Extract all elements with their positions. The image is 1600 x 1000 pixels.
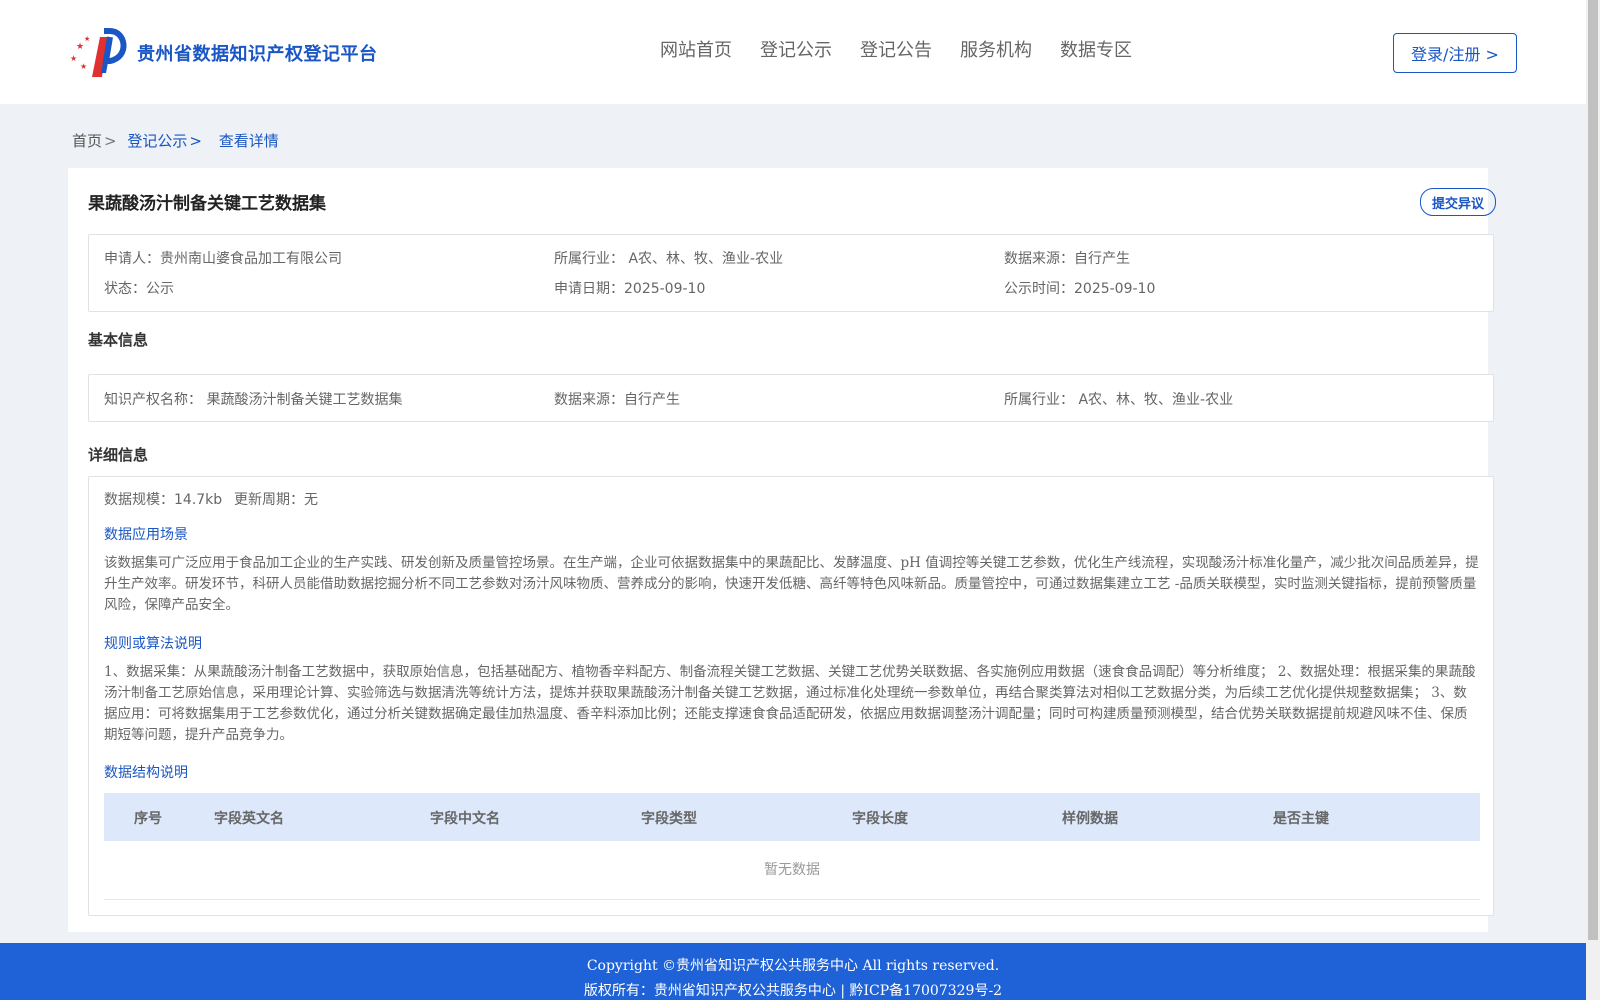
site-footer: Copyright ©贵州省知识产权公共服务中心 All rights rese… [0,943,1586,1000]
breadcrumb-separator: > [189,132,202,150]
column-header: 序号 [134,811,162,827]
nav-registration-publicity[interactable]: 登记公示 [760,38,832,64]
apply-date-field: 申请日期：2025-09-10 [554,281,706,297]
data-source-field: 数据来源：自行产生 [1004,251,1130,267]
platform-logo-icon[interactable]: ★ ★ ★ ★ [70,27,132,79]
structure-heading: 数据结构说明 [104,765,188,781]
detail-card: 果蔬酸汤汁制备关键工艺数据集 提交异议 申请人：贵州南山婆食品加工有限公司 所属… [68,168,1496,932]
basic-info-heading: 基本信息 [88,331,149,349]
ip-name-field: 知识产权名称： 果蔬酸汤汁制备关键工艺数据集 [104,392,403,408]
nav-registration-announcement[interactable]: 登记公告 [860,38,932,64]
applicant-field: 申请人：贵州南山婆食品加工有限公司 [104,251,342,267]
basic-industry-field: 所属行业： A农、林、牧、渔业-农业 [1004,392,1234,408]
nav-service-agencies[interactable]: 服务机构 [960,38,1032,64]
breadcrumb-home[interactable]: 首页 [72,132,102,150]
footer-copyright: Copyright ©贵州省知识产权公共服务中心 All rights rese… [586,958,1000,974]
update-cycle-field: 更新周期：无 [234,492,318,508]
breadcrumb-separator: > [104,132,117,150]
breadcrumb-section[interactable]: 登记公示 [127,132,187,150]
status-field: 状态：公示 [104,281,174,297]
detail-info-panel: 数据规模：14.7kb 更新周期：无 数据应用场景 该数据集可广泛应用于食品加工… [88,476,1494,916]
column-header: 样例数据 [1062,811,1118,827]
rule-text: 1、数据采集：从果蔬酸汤汁制备工艺数据中，获取原始信息，包括基础配方、植物香辛料… [104,664,1476,743]
table-header-row: 序号 字段英文名 字段中文名 字段类型 字段长度 样例数据 是否主键 [104,793,1480,841]
basic-source-field: 数据来源：自行产生 [554,392,680,408]
column-header: 字段长度 [852,811,908,827]
column-header: 是否主键 [1273,811,1329,827]
login-register-button[interactable]: 登录/注册 > [1393,33,1517,73]
page-scrollbar[interactable] [1586,0,1600,1000]
empty-table-message: 暂无数据 [104,841,1480,900]
column-header: 字段类型 [641,811,697,827]
footer-owner[interactable]: 版权所有：贵州省知识产权公共服务中心 | 黔ICP备17007329号-2 [0,980,1586,1000]
scrollbar-thumb[interactable] [1588,0,1598,940]
summary-panel: 申请人：贵州南山婆食品加工有限公司 所属行业： A农、林、牧、渔业-农业 数据来… [88,234,1494,312]
publish-date-field: 公示时间：2025-09-10 [1004,281,1156,297]
scenario-heading: 数据应用场景 [104,527,188,543]
basic-info-panel: 知识产权名称： 果蔬酸汤汁制备关键工艺数据集 数据来源：自行产生 所属行业： A… [88,374,1494,422]
breadcrumb: 首页 > 登记公示 > 查看详情 [72,130,279,151]
industry-field: 所属行业： A农、林、牧、渔业-农业 [554,251,784,267]
scenario-text: 该数据集可广泛应用于食品加工企业的生产实践、研发创新及质量管控场景。在生产端，企… [104,555,1479,613]
svg-text:★: ★ [84,35,90,43]
submit-objection-button[interactable]: 提交异议 [1420,188,1496,216]
svg-text:★: ★ [70,54,77,63]
svg-text:★: ★ [76,42,84,52]
rule-heading: 规则或算法说明 [104,636,202,652]
data-scale-field: 数据规模：14.7kb [104,492,223,508]
breadcrumb-current[interactable]: 查看详情 [219,132,279,150]
dataset-title: 果蔬酸汤汁制备关键工艺数据集 [88,194,326,214]
detail-info-heading: 详细信息 [88,446,149,464]
column-header: 字段中文名 [430,811,500,827]
site-title[interactable]: 贵州省数据知识产权登记平台 [137,40,378,66]
nav-home[interactable]: 网站首页 [660,38,732,64]
svg-text:★: ★ [80,62,87,71]
column-header: 字段英文名 [214,811,284,827]
main-nav: 网站首页 登记公示 登记公告 服务机构 数据专区 [660,38,1160,64]
site-header: ★ ★ ★ ★ 贵州省数据知识产权登记平台 网站首页 登记公示 登记公告 服务机… [0,0,1586,104]
nav-data-zone[interactable]: 数据专区 [1060,38,1132,64]
